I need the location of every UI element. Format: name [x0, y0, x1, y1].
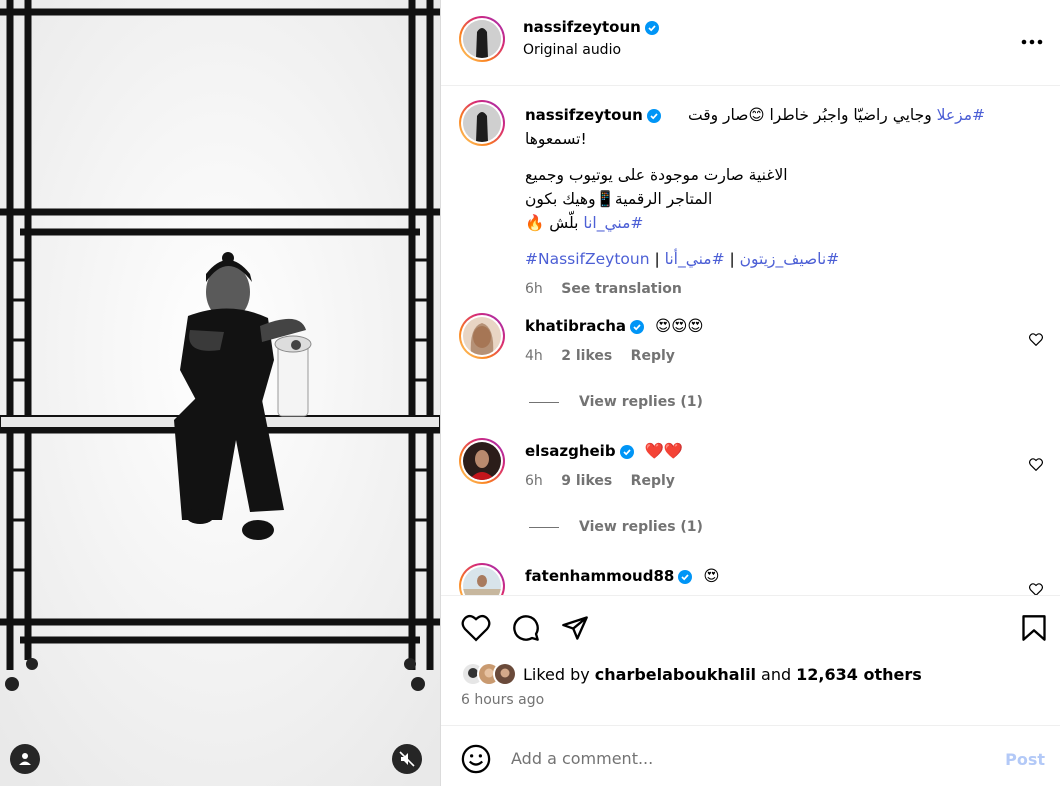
heart-outline-icon	[461, 615, 491, 642]
like-button[interactable]	[461, 614, 491, 646]
comment-item: fatenhammoud88 😍	[459, 563, 1051, 595]
post-actions-bar	[441, 595, 1060, 655]
post-caption: nassifzeytoun #مزعلا وجايي راضيّا واجبُر…	[525, 103, 985, 301]
comment-bubble-icon	[513, 615, 539, 641]
post-header: nassifzeytoun Original audio	[441, 0, 1060, 86]
comment-text: 😍😍😍	[654, 317, 704, 335]
caption-username[interactable]: nassifzeytoun	[525, 106, 643, 124]
more-options-button[interactable]	[1021, 30, 1043, 49]
view-replies-label: View replies (1)	[579, 394, 703, 410]
tag-separator: |	[649, 250, 665, 268]
hashtag-link[interactable]: #ناصيف_زيتون	[740, 250, 840, 268]
save-button[interactable]	[1021, 614, 1047, 646]
comment-username[interactable]: elsazgheib	[525, 442, 616, 460]
caption-line-1: #مزعلا وجايي راضيّا واجبُر خاطرا 😊صار وق…	[688, 103, 985, 127]
caption-author-avatar[interactable]	[459, 100, 505, 146]
post-comment-button[interactable]: Post	[1005, 750, 1045, 769]
liked-by-user[interactable]: charbelaboukhalil	[595, 665, 756, 684]
replies-divider	[529, 401, 559, 403]
share-button[interactable]	[561, 614, 589, 646]
comment-item: elsazgheib ❤️❤️ 6h 9 likes Reply	[459, 438, 1051, 508]
emoji-button[interactable]	[461, 744, 491, 778]
verified-badge-icon	[619, 444, 634, 459]
commenter-avatar[interactable]	[459, 438, 505, 484]
reply-button[interactable]: Reply	[631, 473, 675, 489]
see-translation-link[interactable]: See translation	[561, 281, 682, 297]
hashtag-link[interactable]: #مني_انا	[583, 214, 643, 232]
add-comment-input[interactable]	[511, 746, 951, 770]
tagged-users-button[interactable]	[10, 744, 40, 774]
caption-time[interactable]: 6h	[525, 281, 543, 297]
post-media[interactable]	[0, 0, 440, 786]
send-paper-plane-icon	[562, 616, 588, 640]
emoji-smiley-icon	[461, 744, 491, 774]
caption-line-3: الاغنية صارت موجودة على يوتيوب وجميع الم…	[525, 166, 788, 208]
verified-badge-icon	[678, 569, 693, 584]
liked-by-avatars[interactable]	[461, 662, 517, 686]
verified-badge-icon	[644, 20, 659, 35]
author-username[interactable]: nassifzeytoun	[523, 18, 641, 36]
comment-button[interactable]	[511, 614, 541, 646]
comment-likes[interactable]: 2 likes	[561, 348, 612, 364]
hashtag-link[interactable]: #مني_أنا	[665, 250, 725, 268]
caption-text: وجايي راضيّا واجبُر خاطرا 😊صار وقت	[687, 106, 937, 124]
more-horizontal-icon	[1021, 39, 1043, 45]
post-timestamp[interactable]: 6 hours ago	[461, 692, 544, 708]
commenter-avatar-image	[463, 567, 501, 595]
liker-avatar-image	[495, 664, 515, 684]
post-photo	[0, 0, 440, 786]
heart-outline-icon	[1029, 583, 1043, 595]
volume-muted-icon	[399, 751, 415, 767]
caption-line-2: تسمعوها!	[525, 130, 587, 148]
comment-time[interactable]: 4h	[525, 348, 543, 364]
comment-username[interactable]: fatenhammoud88	[525, 567, 674, 585]
author-avatar[interactable]	[459, 16, 505, 62]
heart-outline-icon	[1029, 333, 1043, 347]
comment-time[interactable]: 6h	[525, 473, 543, 489]
reply-button[interactable]: Reply	[631, 348, 675, 364]
comment-item: khatibracha 😍😍😍 4h 2 likes Reply	[459, 313, 1051, 383]
add-comment-bar: Post	[441, 725, 1060, 786]
caption-tags: #ناصيف_زيتون | #مني_أنا | #NassifZeytoun	[525, 247, 847, 271]
liker-avatar	[493, 662, 517, 686]
bookmark-icon	[1022, 615, 1046, 641]
comment-like-button[interactable]	[1029, 331, 1043, 350]
audio-link[interactable]: Original audio	[523, 42, 621, 58]
liked-by-prefix: Liked by	[523, 664, 590, 684]
commenter-avatar-image	[463, 442, 501, 480]
hashtag-link[interactable]: #مزعلا	[937, 106, 985, 124]
comment-username[interactable]: khatibracha	[525, 317, 626, 335]
user-icon	[19, 753, 31, 765]
caption-text: بلّش 🔥	[525, 214, 584, 232]
comment-likes[interactable]: 9 likes	[561, 473, 612, 489]
tag-separator: |	[724, 250, 740, 268]
liked-by-and: and	[761, 664, 792, 684]
view-replies-button[interactable]: View replies (1)	[529, 394, 703, 410]
post-details-panel: nassifzeytoun Original audio nassifzeyto…	[440, 0, 1060, 786]
comment-like-button[interactable]	[1029, 581, 1043, 595]
verified-badge-icon	[630, 319, 645, 334]
caption-line-4: #مني_انا بلّش 🔥	[525, 211, 653, 235]
liked-by-summary: Liked by charbelaboukhalil and 12,634 ot…	[461, 662, 922, 686]
author-avatar-image	[463, 20, 501, 58]
view-replies-label: View replies (1)	[579, 519, 703, 535]
view-replies-button[interactable]: View replies (1)	[529, 519, 703, 535]
caption-author-avatar-image	[463, 104, 501, 142]
liked-by-others[interactable]: 12,634 others	[796, 665, 922, 684]
replies-divider	[529, 526, 559, 528]
comment-text: ❤️❤️	[644, 442, 684, 460]
comment-text: 😍	[703, 567, 720, 585]
comment-like-button[interactable]	[1029, 456, 1043, 475]
mute-button[interactable]	[392, 744, 422, 774]
verified-badge-icon	[646, 108, 661, 123]
commenter-avatar[interactable]	[459, 313, 505, 359]
commenter-avatar[interactable]	[459, 563, 505, 595]
hashtag-link[interactable]: #NassifZeytoun	[525, 250, 650, 268]
heart-outline-icon	[1029, 458, 1043, 472]
comments-scroll-area[interactable]: nassifzeytoun #مزعلا وجايي راضيّا واجبُر…	[441, 86, 1060, 595]
commenter-avatar-image	[463, 317, 501, 355]
